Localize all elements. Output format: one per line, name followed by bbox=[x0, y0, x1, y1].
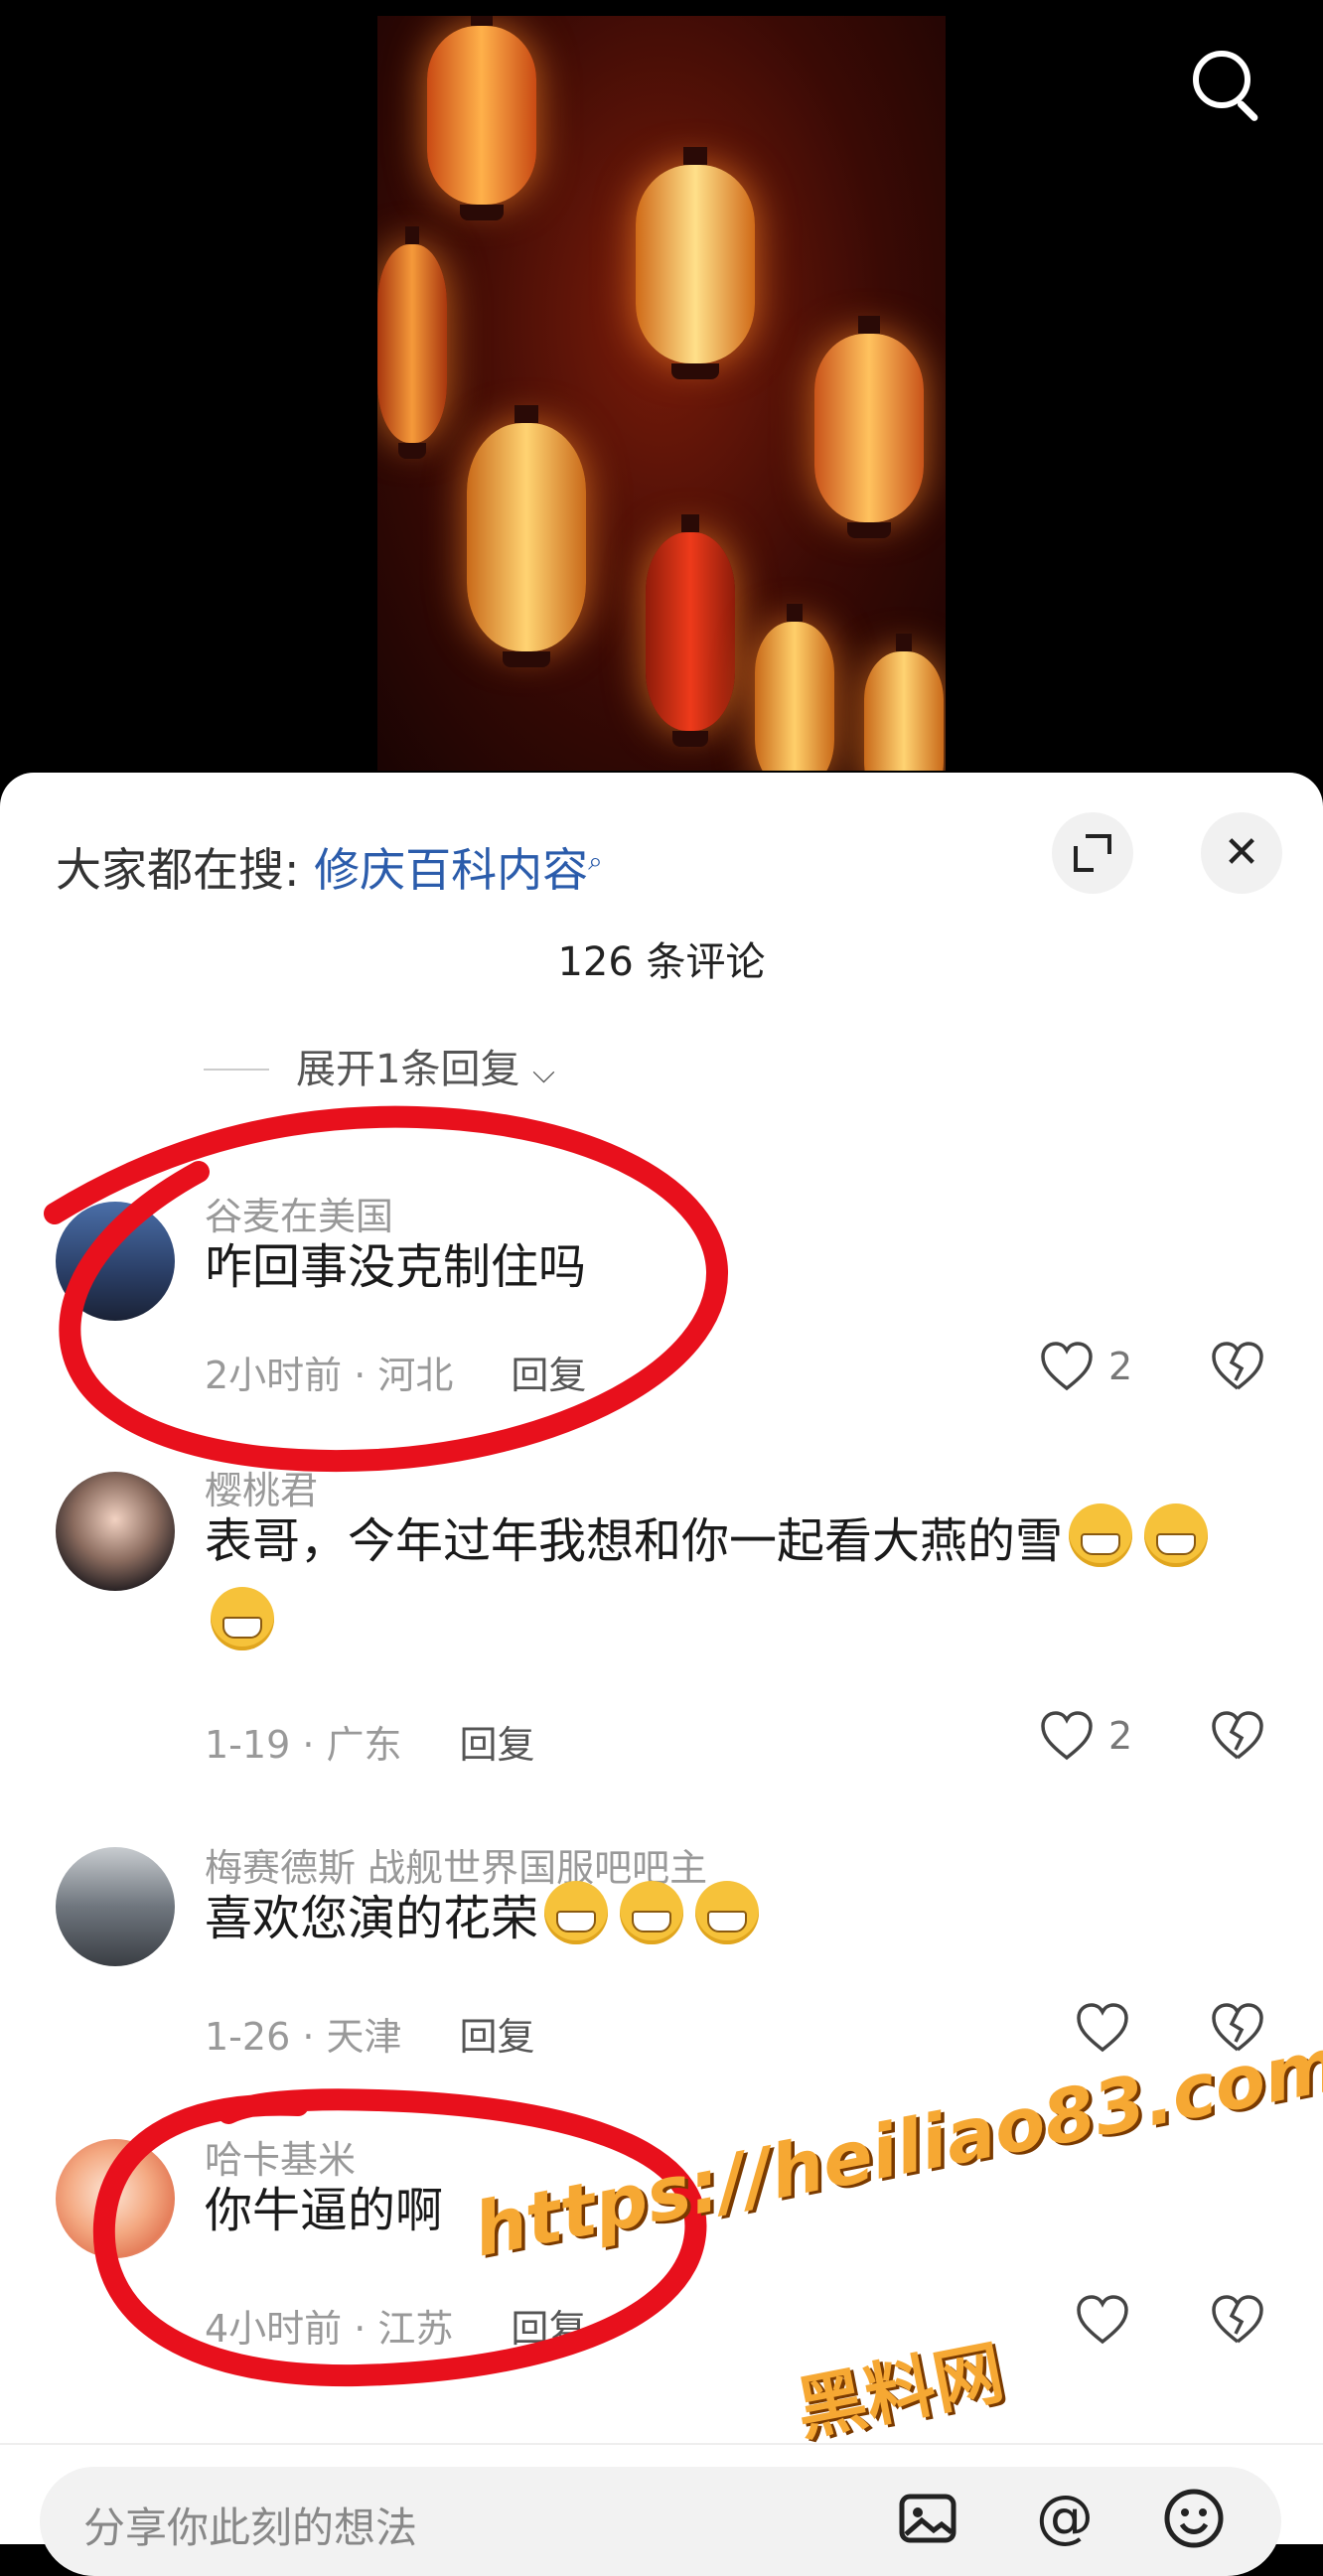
reply-button[interactable]: 回复 bbox=[459, 1723, 534, 1767]
everyone-searching[interactable]: 大家都在搜: 修庆百科内容⌕ bbox=[56, 834, 603, 900]
comment-input-bar: 分享你此刻的想法 @ bbox=[0, 2443, 1323, 2576]
like-button[interactable]: 2 bbox=[1039, 1710, 1132, 1762]
heart-icon bbox=[1077, 2295, 1128, 2345]
reply-button[interactable]: 回复 bbox=[511, 2307, 586, 2351]
video-player[interactable] bbox=[0, 0, 1323, 785]
heart-icon bbox=[1077, 2003, 1128, 2053]
comment-count: 126 条评论 bbox=[557, 939, 766, 985]
grin-emoji-icon bbox=[1069, 1503, 1133, 1567]
avatar[interactable] bbox=[56, 2139, 175, 2258]
lantern-photo bbox=[377, 16, 946, 771]
comment-time-location: 1-26 · 天津 bbox=[205, 2015, 402, 2059]
svg-text:@: @ bbox=[1036, 2487, 1094, 2550]
comment-text-content: 喜欢您演的花荣 bbox=[205, 1891, 539, 1946]
grin-emoji-icon bbox=[695, 1881, 760, 1944]
comment-input[interactable]: 分享你此刻的想法 @ bbox=[40, 2467, 1281, 2576]
comment-text: 咋回事没克制住吗 bbox=[205, 1239, 587, 1295]
heart-icon bbox=[1041, 1711, 1093, 1761]
grin-emoji-icon bbox=[211, 1587, 274, 1650]
small-search-icon: ⌕ bbox=[588, 846, 603, 877]
search-keyword[interactable]: 修庆百科内容 bbox=[314, 843, 588, 897]
expand-icon bbox=[1074, 834, 1111, 872]
avatar[interactable] bbox=[56, 1847, 175, 1966]
comment-time-location: 2小时前 · 河北 bbox=[205, 1354, 454, 1397]
expand-replies-label: 展开1条回复 bbox=[296, 1047, 520, 1092]
avatar[interactable] bbox=[56, 1472, 175, 1591]
like-button[interactable] bbox=[1075, 2294, 1130, 2346]
broken-heart-icon[interactable] bbox=[1210, 1341, 1265, 1392]
reply-button[interactable]: 回复 bbox=[511, 1354, 586, 1397]
grin-emoji-icon bbox=[620, 1881, 684, 1944]
avatar[interactable] bbox=[56, 1202, 175, 1321]
comment-text-content: 表哥，今年过年我想和你一起看大燕的雪 bbox=[205, 1513, 1064, 1569]
everyone-label: 大家都在搜: bbox=[56, 843, 300, 897]
close-button[interactable]: ✕ bbox=[1201, 812, 1282, 894]
divider bbox=[204, 1069, 269, 1071]
heart-icon bbox=[1041, 1342, 1093, 1391]
broken-heart-icon[interactable] bbox=[1210, 1710, 1265, 1762]
reply-button[interactable]: 回复 bbox=[459, 2015, 534, 2059]
close-icon: ✕ bbox=[1223, 827, 1260, 878]
comment-time-location: 1-19 · 广东 bbox=[205, 1723, 402, 1767]
like-count: 2 bbox=[1108, 1345, 1133, 1388]
comment-text: 喜欢您演的花荣 bbox=[205, 1877, 1267, 1960]
mention-icon[interactable]: @ bbox=[1033, 2487, 1097, 2550]
grin-emoji-icon bbox=[544, 1881, 609, 1944]
comment-input-placeholder: 分享你此刻的想法 bbox=[83, 2504, 418, 2552]
search-icon[interactable] bbox=[1187, 45, 1266, 124]
chevron-down-icon: ⌵ bbox=[532, 1056, 555, 1090]
like-button[interactable]: 2 bbox=[1039, 1341, 1132, 1392]
image-icon[interactable] bbox=[896, 2487, 959, 2550]
expand-button[interactable] bbox=[1052, 812, 1133, 894]
comment-text: 表哥，今年过年我想和你一起看大燕的雪 bbox=[205, 1500, 1267, 1666]
grin-emoji-icon bbox=[1144, 1503, 1209, 1567]
broken-heart-icon[interactable] bbox=[1210, 2294, 1265, 2346]
comment-time-location: 4小时前 · 江苏 bbox=[205, 2307, 454, 2351]
emoji-icon[interactable] bbox=[1162, 2487, 1226, 2550]
like-button[interactable] bbox=[1075, 2002, 1130, 2054]
like-count: 2 bbox=[1108, 1714, 1133, 1758]
expand-replies-button[interactable]: 展开1条回复 ⌵ bbox=[296, 1037, 555, 1094]
